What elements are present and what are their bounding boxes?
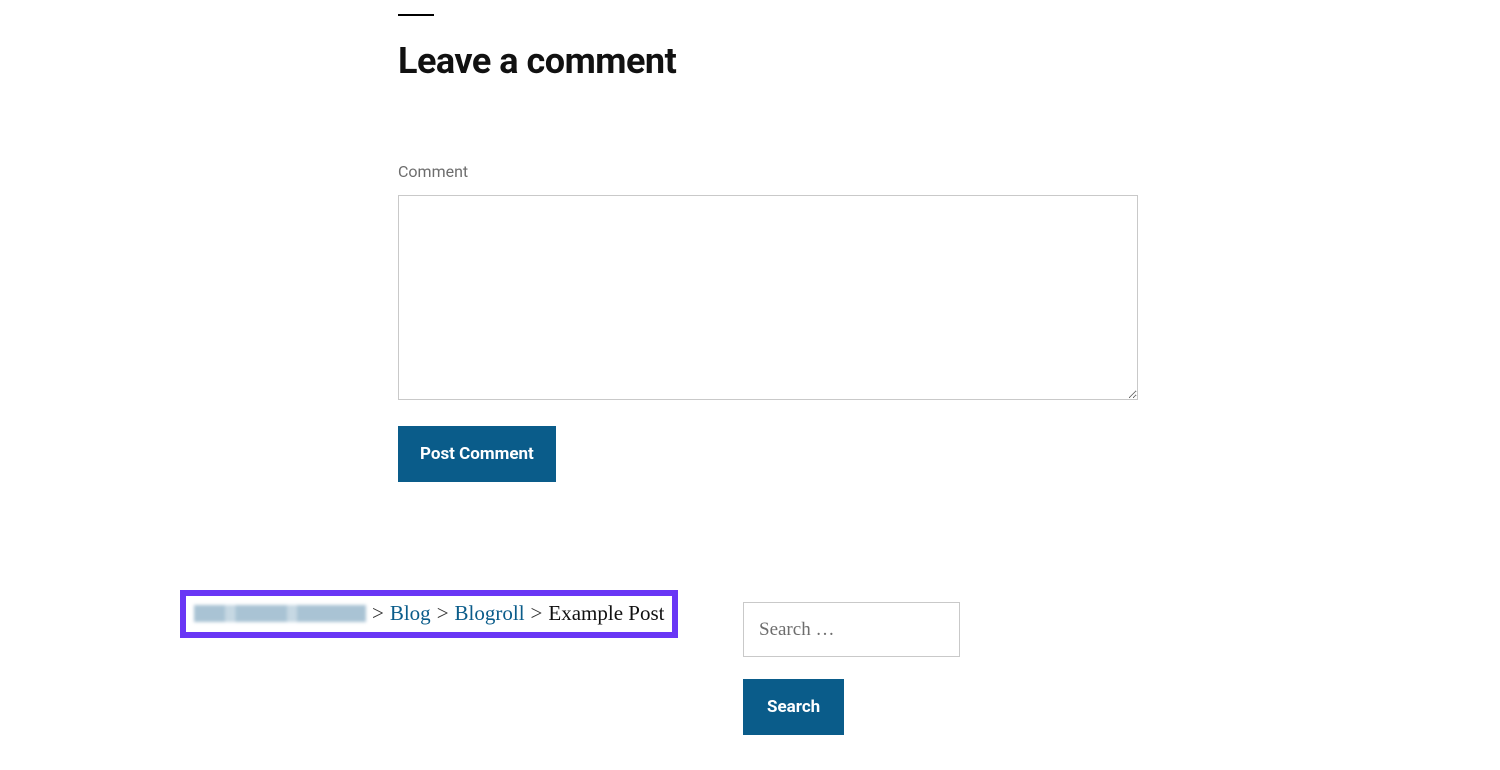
- breadcrumb-separator: >: [437, 601, 449, 626]
- breadcrumb-home-link[interactable]: [194, 605, 366, 622]
- search-button[interactable]: Search: [743, 679, 844, 735]
- post-comment-button[interactable]: Post Comment: [398, 426, 556, 482]
- search-input[interactable]: [743, 602, 960, 657]
- search-widget: Search: [743, 602, 960, 735]
- comment-section: Leave a comment Comment Post Comment: [398, 0, 1138, 482]
- breadcrumb-blogroll-link[interactable]: Blogroll: [455, 601, 525, 626]
- breadcrumb-current: Example Post: [548, 601, 664, 626]
- breadcrumb-separator: >: [372, 601, 384, 626]
- breadcrumb: > Blog > Blogroll > Example Post: [180, 590, 678, 638]
- leave-comment-heading: Leave a comment: [398, 40, 1138, 82]
- divider: [398, 14, 434, 16]
- comment-label: Comment: [398, 162, 1138, 181]
- breadcrumb-blog-link[interactable]: Blog: [390, 601, 431, 626]
- breadcrumb-separator: >: [531, 601, 543, 626]
- comment-textarea[interactable]: [398, 195, 1138, 400]
